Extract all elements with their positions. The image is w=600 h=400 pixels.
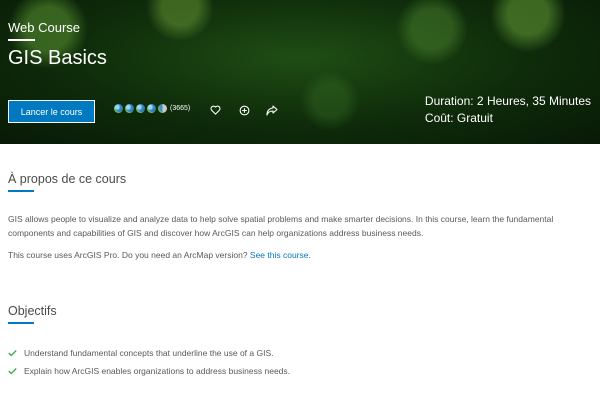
- objectives-list: Understand fundamental concepts that und…: [8, 344, 592, 380]
- rating-globes[interactable]: (3665): [114, 104, 190, 113]
- rating-globe-icon: [125, 104, 134, 113]
- eyebrow-underline: [8, 39, 35, 41]
- about-heading: À propos de ce cours: [8, 172, 127, 186]
- see-this-course-link[interactable]: See this course: [250, 250, 309, 260]
- arcmap-note-text: This course uses ArcGIS Pro. Do you need…: [8, 250, 250, 260]
- add-circle-icon[interactable]: [238, 104, 250, 116]
- course-hero: Web Course GIS Basics Lancer le cours (3…: [0, 0, 600, 144]
- course-meta: Duration: 2 Heures, 35 Minutes Coût: Gra…: [425, 93, 591, 127]
- objectives-heading: Objectifs: [8, 304, 57, 318]
- arcmap-note: This course uses ArcGIS Pro. Do you need…: [8, 248, 592, 262]
- objective-text: Explain how ArcGIS enables organizations…: [24, 366, 291, 376]
- heart-icon[interactable]: [209, 104, 221, 116]
- rating-count: (3665): [170, 105, 191, 112]
- share-icon[interactable]: [266, 104, 278, 116]
- rating-globe-icon: [114, 104, 123, 113]
- launch-course-button[interactable]: Lancer le cours: [8, 100, 95, 123]
- objectives-section: Objectifs Understand fundamental concept…: [8, 304, 592, 380]
- objective-text: Understand fundamental concepts that und…: [24, 348, 274, 358]
- rating-globe-icon: [147, 104, 156, 113]
- about-section: À propos de ce cours GIS allows people t…: [8, 172, 592, 262]
- check-icon: [8, 366, 18, 376]
- course-duration: Duration: 2 Heures, 35 Minutes: [424, 94, 591, 108]
- objectives-heading-underline: [8, 322, 34, 324]
- rating-half-globe-icon: [158, 104, 167, 113]
- objective-item: Understand fundamental concepts that und…: [8, 344, 592, 362]
- check-icon: [8, 348, 18, 358]
- objective-item: Explain how ArcGIS enables organizations…: [8, 362, 592, 380]
- about-description: GIS allows people to visualize and analy…: [8, 214, 554, 238]
- arcmap-note-end: .: [308, 250, 311, 260]
- about-heading-underline: [8, 190, 34, 192]
- rating-globe-icon: [136, 104, 145, 113]
- course-type-label: Web Course: [8, 20, 81, 35]
- course-title: GIS Basics: [8, 47, 107, 69]
- course-cost: Coût: Gratuit: [424, 111, 493, 125]
